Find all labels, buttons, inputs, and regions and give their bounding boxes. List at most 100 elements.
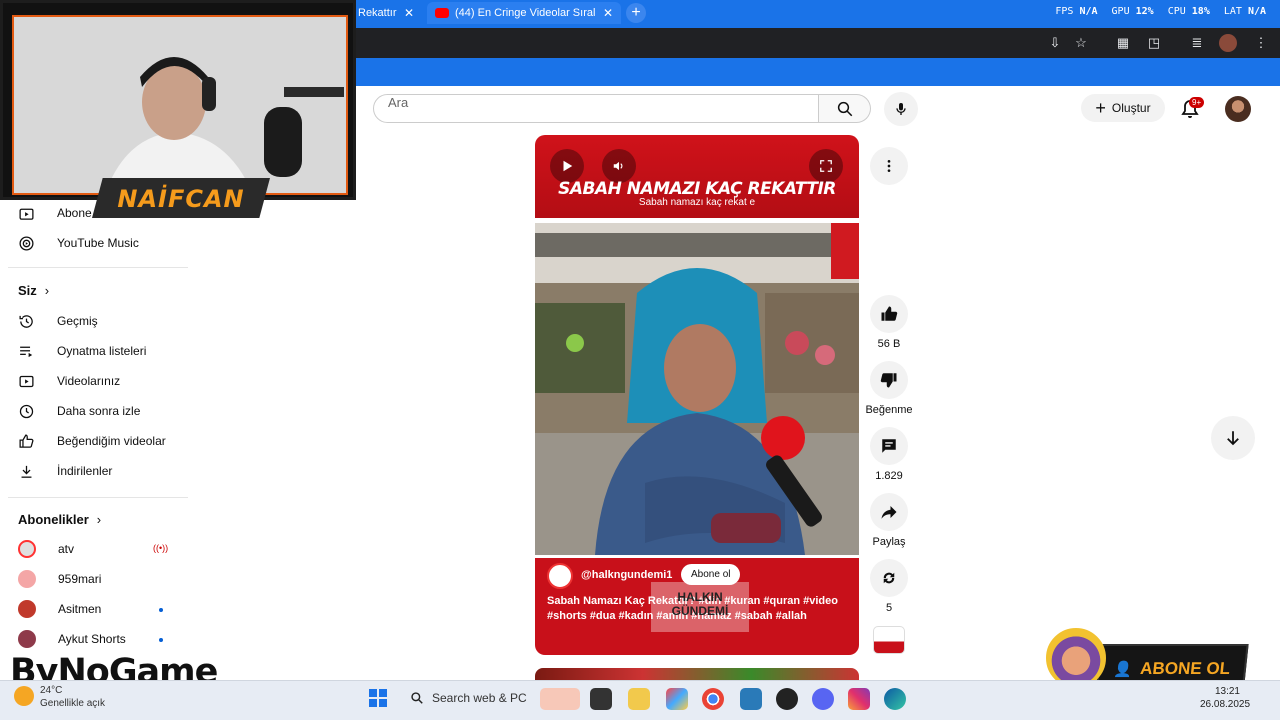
store-icon[interactable]: [740, 688, 762, 710]
share-button[interactable]: [870, 493, 908, 531]
sidebar-item-playlists[interactable]: Oynatma listeleri: [18, 341, 146, 361]
thumbs-up-icon: [881, 306, 898, 321]
create-button[interactable]: + Oluştur: [1081, 94, 1165, 122]
channel-watermark: HALKIN GÜNDEMİ: [651, 582, 749, 632]
play-icon: [563, 160, 573, 172]
divider: [8, 267, 188, 268]
subscription-item-atv[interactable]: atv: [18, 539, 74, 559]
hud-cpu: CPU 18%: [1167, 6, 1210, 17]
search-button[interactable]: [819, 94, 871, 123]
shorts-player-controls: SABAH NAMAZI KAÇ REKATTIR Sabah namazı k…: [535, 135, 859, 218]
live-indicator-icon: ((•)): [153, 543, 169, 553]
subscriptions-icon: [19, 208, 34, 220]
performance-hud: FPS N/A GPU 12% CPU 18% LAT N/A: [1055, 6, 1266, 17]
remix-button[interactable]: [870, 559, 908, 597]
channel-name: 959mari: [58, 572, 102, 586]
account-avatar[interactable]: [1225, 96, 1251, 122]
sidebar-item-downloads[interactable]: İndirilenler: [18, 461, 112, 481]
edge-icon[interactable]: [884, 688, 906, 710]
more-options-button[interactable]: [870, 147, 908, 185]
sidebar-item-subscriptions[interactable]: Abone: [18, 203, 92, 223]
volume-icon: [613, 161, 623, 171]
extensions-puzzle-icon[interactable]: ◳: [1145, 34, 1163, 52]
remix-action: 5: [862, 559, 916, 614]
channel-avatar[interactable]: [547, 563, 573, 589]
streamer-name-label: NAİFCAN: [92, 178, 270, 218]
bookmark-star-icon[interactable]: ☆: [1072, 34, 1090, 52]
section-title: Siz: [18, 283, 37, 298]
video-scene: [535, 223, 859, 555]
chevron-right-icon: ›: [44, 283, 50, 298]
search-highlight-icon[interactable]: [540, 688, 580, 710]
sidebar-item-liked-videos[interactable]: Beğendiğim videolar: [18, 431, 166, 451]
like-action: 56 B: [862, 295, 916, 350]
short-info-panel: @halkngundemi1 Abone ol Sabah Namazı Kaç…: [535, 558, 859, 655]
like-button[interactable]: [870, 295, 908, 333]
voice-search-button[interactable]: [884, 92, 918, 126]
browser-tab[interactable]: Rekattır ✕: [350, 2, 422, 24]
youtube-favicon-icon: [435, 8, 449, 18]
sidebar-item-watch-later[interactable]: Daha sonra izle: [18, 401, 140, 421]
sidebar-item-label: Oynatma listeleri: [57, 344, 147, 358]
app-icon[interactable]: [776, 688, 798, 710]
copilot-icon[interactable]: [666, 688, 688, 710]
search-input[interactable]: Ara: [373, 94, 819, 123]
volume-button[interactable]: [602, 149, 636, 183]
tab-title: (44) En Cringe Videolar Sıralam: [455, 7, 595, 19]
task-view-icon[interactable]: [590, 688, 612, 710]
remix-count: 5: [885, 602, 893, 614]
comments-button[interactable]: [870, 427, 908, 465]
file-explorer-icon[interactable]: [628, 688, 650, 710]
history-icon: [19, 314, 33, 328]
sidebar-item-youtube-music[interactable]: YouTube Music: [18, 233, 139, 253]
hud-lat: LAT N/A: [1223, 6, 1266, 17]
new-tab-button[interactable]: +: [626, 3, 646, 23]
video-frame[interactable]: [535, 223, 859, 555]
fullscreen-button[interactable]: [809, 149, 843, 183]
share-icon: [881, 506, 897, 519]
sidebar-section-subscriptions[interactable]: Abonelikler ›: [18, 512, 101, 527]
sidebar-item-history[interactable]: Geçmiş: [18, 311, 98, 331]
audio-source-thumbnail[interactable]: [873, 626, 905, 654]
chrome-icon[interactable]: [702, 688, 724, 710]
playlists-icon: [20, 346, 33, 357]
channel-avatar: [18, 600, 36, 618]
comment-icon: [882, 439, 896, 453]
weather-icon[interactable]: [14, 686, 34, 706]
search-icon: [837, 101, 852, 116]
dislike-button[interactable]: [870, 361, 908, 399]
weather-widget[interactable]: 24°C Genellikle açık: [40, 684, 105, 710]
browser-menu-icon[interactable]: ⋮: [1252, 34, 1270, 52]
subscription-item-asitmen[interactable]: Asitmen: [18, 599, 101, 619]
install-app-icon[interactable]: ⇩: [1046, 34, 1064, 52]
next-short-button[interactable]: [1211, 416, 1255, 460]
sidebar-item-your-videos[interactable]: Videolarınız: [18, 371, 120, 391]
channel-avatar: [18, 630, 36, 648]
windows-start-icon[interactable]: [369, 689, 387, 707]
profile-avatar-icon[interactable]: [1219, 34, 1237, 52]
browser-tab-active[interactable]: (44) En Cringe Videolar Sıralam ✕: [427, 2, 621, 24]
like-count: 56 B: [877, 338, 901, 350]
sidebar-item-label: Daha sonra izle: [57, 404, 141, 418]
next-short-preview[interactable]: [535, 668, 859, 680]
sidebar-item-label: Videolarınız: [57, 374, 121, 388]
sidebar-item-label: Geçmiş: [57, 314, 98, 328]
system-clock[interactable]: 13:21 26.08.2025: [1200, 685, 1250, 711]
media-control-icon[interactable]: ≣: [1188, 34, 1206, 52]
video-subtitle: Sabah namazı kaç rekat e: [638, 197, 756, 208]
channel-handle[interactable]: @halkngundemi1: [581, 569, 672, 581]
play-button[interactable]: [550, 149, 584, 183]
video-banner-title: SABAH NAMAZI KAÇ REKATTIR: [558, 179, 836, 199]
close-icon[interactable]: ✕: [603, 6, 613, 20]
instagram-icon[interactable]: [848, 688, 870, 710]
sidebar-section-you[interactable]: Siz ›: [18, 283, 49, 298]
remix-icon: [883, 572, 895, 584]
fullscreen-icon: [820, 160, 832, 172]
mascot-avatar: [1046, 628, 1106, 688]
discord-icon[interactable]: [812, 688, 834, 710]
sidebar: Abone YouTube Music Siz › Geçmiş Oynatma…: [0, 196, 200, 676]
extension-icon[interactable]: ▦: [1114, 34, 1132, 52]
subscription-item-aykut-shorts[interactable]: Aykut Shorts: [18, 629, 126, 649]
subscription-item-959mari[interactable]: 959mari: [18, 569, 101, 589]
close-icon[interactable]: ✕: [404, 6, 414, 20]
